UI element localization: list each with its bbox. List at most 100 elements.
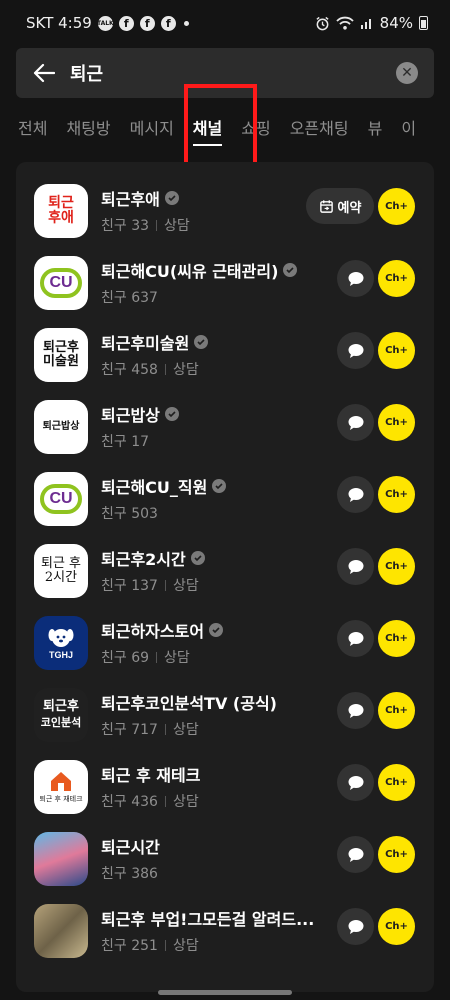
logo-text: TGHJ (48, 650, 73, 660)
chat-button[interactable] (337, 620, 374, 657)
chat-bubble-icon (348, 487, 363, 502)
list-item[interactable]: 퇴근시간 친구 386 Ch+ (16, 826, 434, 898)
channel-name: 퇴근시간 (101, 838, 160, 857)
chat-button[interactable] (337, 476, 374, 513)
chat-button[interactable] (337, 692, 374, 729)
add-channel-button[interactable]: Ch+ (378, 260, 415, 297)
tab-all[interactable]: 전체 (18, 108, 47, 150)
channel-logo: TGHJ (34, 616, 88, 670)
channel-name: 퇴근후미술원 (101, 334, 190, 353)
verified-check-icon (194, 335, 209, 349)
chat-bubble-icon (348, 559, 363, 574)
friend-count: 친구 251 (101, 938, 158, 954)
tab-openchat[interactable]: 오픈채팅 (290, 108, 349, 150)
add-channel-button[interactable]: Ch+ (378, 548, 415, 585)
channel-logo: 퇴근 후 재테크 (34, 760, 88, 814)
list-item[interactable]: 퇴근 후 재테크 퇴근 후 재테크 친구 436 상담 Ch+ (16, 754, 434, 826)
channel-meta: 친구 251 상담 (101, 935, 199, 955)
list-item[interactable]: 퇴근 후애 퇴근후애 친구 33 상담 예약 Ch+ (16, 178, 434, 250)
list-item[interactable]: 퇴근 후 2시간 퇴근후2시간 친구 137 상담 Ch+ (16, 538, 434, 610)
verified-check-icon (283, 263, 298, 277)
add-channel-button[interactable]: Ch+ (378, 188, 415, 225)
logo-text: 퇴근밥상 (42, 421, 80, 432)
cu-logo: CU (40, 268, 82, 298)
add-channel-button[interactable]: Ch+ (378, 692, 415, 729)
chat-button[interactable] (337, 260, 374, 297)
channel-title-line: 퇴근후애 (101, 186, 316, 210)
add-channel-button[interactable]: Ch+ (378, 836, 415, 873)
facebook-notification-icon: f (118, 15, 134, 31)
channel-logo: 퇴근 후애 (34, 184, 88, 238)
tab-chatrooms[interactable]: 채팅방 (66, 108, 110, 150)
logo-text: 후애 (48, 210, 74, 226)
friend-count: 친구 436 (101, 794, 158, 810)
chat-button[interactable] (337, 332, 374, 369)
battery-icon (419, 16, 428, 30)
cu-logo: CU (40, 484, 82, 514)
consult-label: 상담 (172, 578, 199, 594)
add-channel-button[interactable]: Ch+ (378, 332, 415, 369)
add-channel-button[interactable]: Ch+ (378, 404, 415, 441)
list-item[interactable]: TGHJ 퇴근하자스토어 친구 69 상담 Ch+ (16, 610, 434, 682)
channel-logo: 퇴근밥상 (34, 400, 88, 454)
list-item[interactable]: CU 퇴근해CU(씨유 근태관리) 친구 637 Ch+ (16, 250, 434, 322)
channel-name: 퇴근후2시간 (101, 550, 186, 569)
status-right: 84% (315, 14, 428, 32)
channel-meta: 친구 69 상담 (101, 647, 190, 667)
friend-count: 친구 717 (101, 722, 158, 738)
chat-button[interactable] (337, 404, 374, 441)
separator (164, 795, 166, 807)
separator (156, 219, 158, 231)
verified-check-icon (164, 407, 179, 421)
chat-button[interactable] (337, 548, 374, 585)
signal-icon (360, 19, 371, 29)
anime-illustration (34, 832, 88, 886)
logo-text: 미술원 (43, 354, 79, 369)
tab-view[interactable]: 뷰 (368, 108, 383, 150)
friend-count: 친구 137 (101, 578, 158, 594)
tab-messages[interactable]: 메시지 (130, 108, 174, 150)
friend-count: 친구 458 (101, 362, 158, 378)
channel-tab-highlight (184, 84, 257, 169)
channel-meta: 친구 503 (101, 503, 158, 523)
channel-title-line: 퇴근하자스토어 (101, 618, 316, 642)
list-item[interactable]: CU 퇴근해CU_직원 친구 503 Ch+ (16, 466, 434, 538)
clear-search-icon[interactable]: ✕ (396, 62, 418, 84)
channel-name: 퇴근해CU(씨유 근태관리) (101, 262, 279, 281)
separator (156, 651, 158, 663)
channel-name: 퇴근하자스토어 (101, 622, 205, 641)
consult-label: 상담 (172, 938, 199, 954)
list-item[interactable]: 퇴근후 코인분석 퇴근후코인분석TV (공식) 친구 717 상담 Ch+ (16, 682, 434, 754)
add-channel-button[interactable]: Ch+ (378, 620, 415, 657)
reserve-button[interactable]: 예약 (306, 188, 374, 224)
friend-count: 친구 17 (101, 434, 150, 450)
friend-count: 친구 503 (101, 506, 158, 522)
channel-title-line: 퇴근 후 재테크 (101, 762, 316, 786)
carrier-time: SKT 4:59 (26, 14, 92, 32)
add-channel-button[interactable]: Ch+ (378, 476, 415, 513)
list-item[interactable]: 퇴근밥상 퇴근밥상 친구 17 Ch+ (16, 394, 434, 466)
chat-bubble-icon (348, 415, 363, 430)
back-arrow-icon[interactable] (32, 61, 56, 85)
dog-icon (48, 629, 74, 647)
add-channel-button[interactable]: Ch+ (378, 764, 415, 801)
home-indicator[interactable] (158, 990, 292, 995)
chat-button[interactable] (337, 836, 374, 873)
logo-text: 2시간 (44, 570, 78, 585)
logo-text: 퇴근 (48, 195, 74, 211)
channel-meta: 친구 33 상담 (101, 215, 190, 235)
verified-check-icon (190, 551, 205, 565)
list-item[interactable]: 퇴근후 미술원 퇴근후미술원 친구 458 상담 Ch+ (16, 322, 434, 394)
search-input[interactable]: 퇴근 (70, 60, 396, 86)
add-channel-button[interactable]: Ch+ (378, 908, 415, 945)
chat-button[interactable] (337, 908, 374, 945)
tab-more[interactable]: 이 (401, 108, 416, 150)
talk-notification-icon: TALK (97, 15, 114, 31)
verified-check-icon (164, 191, 179, 205)
channel-meta: 친구 17 (101, 431, 149, 451)
chat-button[interactable] (337, 764, 374, 801)
list-item[interactable]: 퇴근후 부업!그모든걸 알려드... 친구 251 상담 Ch+ (16, 898, 434, 970)
channel-logo: CU (34, 256, 88, 310)
chat-bubble-icon (348, 775, 363, 790)
facebook-notification-icon: f (139, 15, 155, 31)
